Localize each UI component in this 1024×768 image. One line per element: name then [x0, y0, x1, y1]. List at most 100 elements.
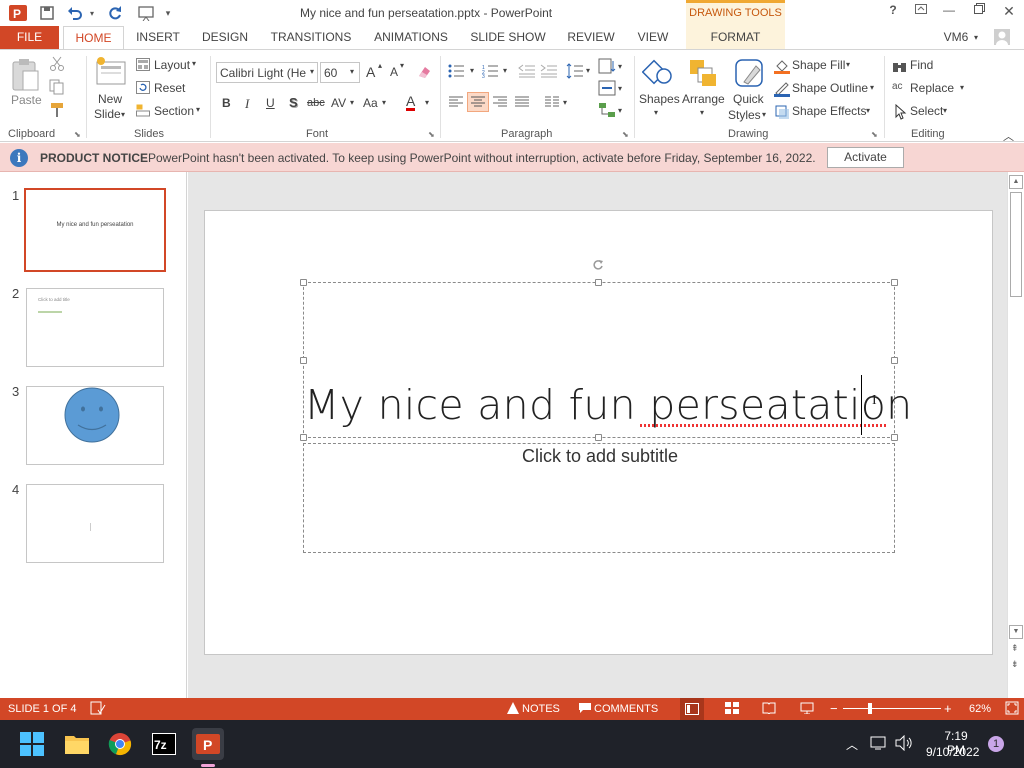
- select-icon[interactable]: [893, 103, 907, 123]
- scroll-down-icon[interactable]: ▼: [1009, 625, 1023, 639]
- fit-slide-icon[interactable]: [1005, 701, 1019, 718]
- bold-button[interactable]: B: [222, 96, 231, 110]
- paragraph-launcher-icon[interactable]: ⬊: [622, 130, 629, 139]
- tab-slide-show[interactable]: SLIDE SHOW: [468, 26, 548, 49]
- quick-styles-label-2[interactable]: Styles: [728, 108, 761, 122]
- bullets-dropdown-icon[interactable]: ▾: [470, 66, 474, 75]
- new-slide-icon[interactable]: [95, 56, 127, 89]
- reset-icon[interactable]: [136, 81, 150, 97]
- zoom-slider[interactable]: [843, 708, 941, 709]
- shrink-font-button[interactable]: A: [390, 65, 398, 79]
- layout-button[interactable]: Layout: [154, 58, 190, 72]
- shape-effects-icon[interactable]: [774, 104, 790, 123]
- slide-thumbnail-1[interactable]: My nice and fun perseatation: [24, 188, 166, 272]
- previous-slide-icon[interactable]: ⇞: [1011, 644, 1019, 653]
- tab-home[interactable]: HOME: [63, 26, 124, 50]
- text-direction-icon[interactable]: [598, 58, 616, 77]
- reading-view-icon[interactable]: [762, 702, 776, 717]
- arrange-button[interactable]: Arrange: [682, 92, 725, 106]
- shapes-dropdown-icon[interactable]: ▾: [654, 108, 658, 117]
- font-launcher-icon[interactable]: ⬊: [428, 130, 435, 139]
- start-button[interactable]: [16, 728, 48, 760]
- quick-styles-dropdown-icon[interactable]: ▾: [762, 110, 766, 119]
- comments-icon[interactable]: [578, 702, 592, 717]
- tab-review[interactable]: REVIEW: [564, 26, 618, 49]
- scroll-thumb[interactable]: [1010, 192, 1022, 297]
- zoom-in-icon[interactable]: +: [944, 701, 952, 716]
- title-placeholder[interactable]: My nice and fun perseatation I: [303, 282, 912, 438]
- font-color-button[interactable]: A: [406, 94, 416, 111]
- new-slide-label-1[interactable]: New: [98, 92, 122, 106]
- paste-icon[interactable]: [10, 58, 40, 95]
- notification-badge[interactable]: 1: [988, 736, 1004, 752]
- drawing-launcher-icon[interactable]: ⬊: [871, 130, 878, 139]
- rotate-handle-icon[interactable]: [592, 259, 604, 271]
- line-spacing-icon[interactable]: [566, 63, 584, 82]
- new-slide-label-2[interactable]: Slide: [94, 107, 121, 121]
- justify-icon[interactable]: [514, 96, 530, 111]
- change-case-button[interactable]: Aa: [363, 96, 378, 110]
- collapse-ribbon-icon[interactable]: ︿: [1003, 128, 1014, 144]
- file-explorer-icon[interactable]: [61, 728, 93, 760]
- select-dropdown-icon[interactable]: ▾: [943, 106, 947, 115]
- arrange-dropdown-icon[interactable]: ▾: [700, 108, 704, 117]
- tab-animations[interactable]: ANIMATIONS: [368, 26, 454, 49]
- replace-button[interactable]: Replace: [910, 81, 954, 95]
- minimize-button[interactable]: —: [938, 3, 960, 21]
- resize-handle[interactable]: [891, 434, 898, 441]
- scroll-up-icon[interactable]: ▲: [1009, 175, 1023, 189]
- columns-dropdown-icon[interactable]: ▾: [563, 98, 567, 107]
- align-center-button[interactable]: [467, 92, 489, 112]
- slide-thumbnail-2[interactable]: Click to add title: [26, 288, 164, 367]
- paste-button[interactable]: Paste: [11, 93, 42, 107]
- layout-icon[interactable]: [136, 58, 150, 74]
- layout-dropdown-icon[interactable]: ▾: [192, 59, 196, 68]
- section-icon[interactable]: [136, 104, 150, 120]
- tab-transitions[interactable]: TRANSITIONS: [268, 26, 354, 49]
- font-size-dropdown-icon[interactable]: ▾: [350, 67, 354, 76]
- vertical-scrollbar[interactable]: ▲ ▼ ⇞ ⇟: [1007, 172, 1024, 698]
- volume-icon[interactable]: [895, 734, 913, 754]
- slide-title[interactable]: My nice and fun perseatation: [304, 381, 912, 429]
- shape-fill-icon[interactable]: [774, 58, 790, 77]
- bullets-icon[interactable]: [448, 64, 466, 81]
- ribbon-display-options-icon[interactable]: [910, 3, 932, 21]
- shape-fill-dropdown-icon[interactable]: ▾: [846, 60, 850, 69]
- help-button[interactable]: ?: [882, 3, 904, 21]
- tab-format[interactable]: FORMAT: [686, 26, 785, 49]
- shape-effects-dropdown-icon[interactable]: ▾: [866, 106, 870, 115]
- resize-handle[interactable]: [300, 279, 307, 286]
- quick-styles-label-1[interactable]: Quick: [733, 92, 764, 106]
- section-dropdown-icon[interactable]: ▾: [196, 105, 200, 114]
- tab-insert[interactable]: INSERT: [133, 26, 183, 49]
- subtitle-placeholder[interactable]: Click to add subtitle: [303, 443, 895, 553]
- select-button[interactable]: Select: [910, 104, 943, 118]
- section-button[interactable]: Section: [154, 104, 194, 118]
- find-icon[interactable]: [892, 58, 908, 77]
- format-painter-icon[interactable]: [49, 102, 65, 121]
- replace-icon[interactable]: ac: [892, 81, 903, 92]
- user-account[interactable]: VM6: [940, 26, 972, 49]
- notes-icon[interactable]: [506, 701, 520, 718]
- account-dropdown-icon[interactable]: ▾: [970, 26, 982, 49]
- 7zip-icon[interactable]: 7z: [148, 728, 180, 760]
- text-direction-dropdown-icon[interactable]: ▾: [618, 62, 622, 71]
- clock-date[interactable]: 9/10/2022: [926, 745, 979, 759]
- zoom-level[interactable]: 62%: [969, 703, 991, 715]
- resize-handle[interactable]: [891, 357, 898, 364]
- undo-dropdown-icon[interactable]: ▾: [86, 3, 98, 23]
- cut-icon[interactable]: [49, 56, 65, 75]
- save-icon[interactable]: [36, 3, 58, 23]
- zoom-out-icon[interactable]: −: [830, 701, 838, 716]
- undo-icon[interactable]: [64, 3, 86, 23]
- customize-qat-icon[interactable]: ▾: [162, 3, 174, 23]
- change-case-dropdown-icon[interactable]: ▾: [382, 98, 386, 107]
- numbering-dropdown-icon[interactable]: ▾: [503, 66, 507, 75]
- slide-thumbnail-4[interactable]: [26, 484, 164, 563]
- powerpoint-taskbar-icon[interactable]: P: [192, 728, 224, 760]
- find-button[interactable]: Find: [910, 58, 933, 72]
- shapes-button[interactable]: Shapes: [639, 92, 680, 106]
- quick-styles-icon[interactable]: [734, 58, 766, 91]
- activate-button[interactable]: Activate: [827, 147, 904, 168]
- clipboard-launcher-icon[interactable]: ⬊: [74, 130, 81, 139]
